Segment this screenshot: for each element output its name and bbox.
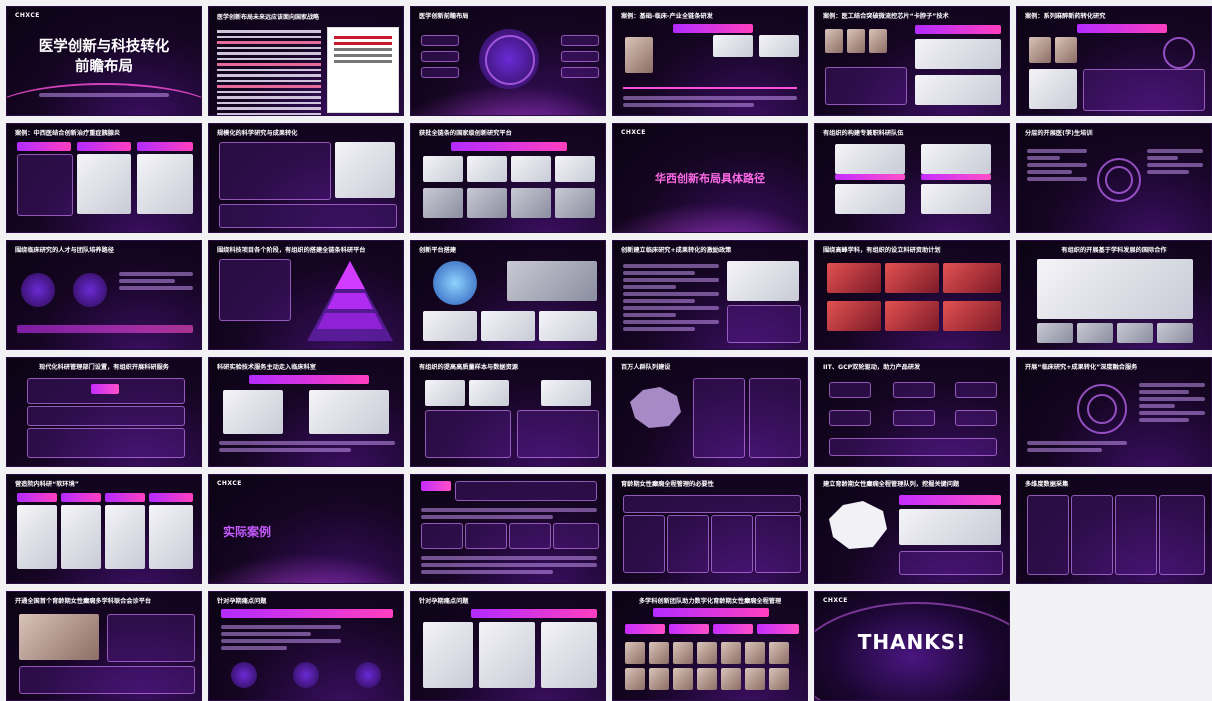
- slide-18[interactable]: 有组织的开展基于学科发展的国际合作: [1016, 240, 1212, 350]
- slide-2[interactable]: 医学创新布局未来远应该面向国家战略: [208, 6, 404, 116]
- slide-title: 医学创新布局未来远应该面向国家战略: [217, 14, 320, 21]
- pyramid-chart: [307, 261, 393, 341]
- slide-title: 多维度数据采集: [1025, 481, 1069, 488]
- slide-title: 育龄期女性癫痫全程管理的必要性: [621, 481, 714, 488]
- slide-title: 创新平台搭建: [419, 247, 457, 254]
- slide-34[interactable]: 多学科创新团队助力数字化育龄期女性癫痫全程管理: [612, 591, 808, 701]
- china-map-icon: [829, 501, 887, 549]
- slide-title: 有组织的构建专兼职科研队伍: [823, 130, 904, 137]
- slide-grid: CHXCE 医学创新与科技转化 前瞻布局 医学创新布局未来远应该面向国家战略 医…: [6, 6, 1212, 701]
- brand-logo: CHXCE: [823, 597, 848, 604]
- slide-title: 案例：系列麻醉新药转化研究: [1025, 13, 1106, 20]
- slide-4[interactable]: 案例：基础-临床-产业全链条研发: [612, 6, 808, 116]
- slide-title: 开展“临床研究+成果转化”深度融合服务: [1025, 364, 1138, 371]
- slide-28[interactable]: 育龄期女性癫痫全程管理的必要性: [612, 474, 808, 584]
- slide-9[interactable]: 获批全链条的国家级创新研究平台: [410, 123, 606, 233]
- slide-16[interactable]: 创新建立临床研究+成果转化的激励政策: [612, 240, 808, 350]
- brand-logo: CHXCE: [15, 12, 40, 19]
- slide-8[interactable]: 规模化的科学研究与成果转化: [208, 123, 404, 233]
- slide-title: 针对孕期痛点问题: [419, 598, 469, 605]
- slide-title: 多学科创新团队助力数字化育龄期女性癫痫全程管理: [638, 598, 782, 605]
- slide-title: 围绕临床研究的人才与团队培养路径: [15, 247, 114, 254]
- slide-title: 科研实验技术服务主动走入临床科室: [217, 364, 316, 371]
- slide-title: 营造院内科研“软环境”: [15, 481, 79, 488]
- slide-title: 建立育龄期女性癫痫全程管理队列，挖掘关键问题: [823, 481, 960, 488]
- slide-31[interactable]: 开通全国首个育龄期女性癫痫多学科联合会诊平台: [6, 591, 202, 701]
- slide-25[interactable]: 营造院内科研“软环境”: [6, 474, 202, 584]
- slide-19[interactable]: 现代化科研管理部门设置，有组织开展科研服务: [6, 357, 202, 467]
- slide-title: 百万人群队列建设: [621, 364, 671, 371]
- slide-5[interactable]: 案例：医工结合突破微流控芯片“卡脖子”技术: [814, 6, 1010, 116]
- brand-logo: CHXCE: [217, 480, 242, 487]
- china-map-icon: [630, 387, 681, 428]
- slide-29[interactable]: 建立育龄期女性癫痫全程管理队列，挖掘关键问题: [814, 474, 1010, 584]
- slide-3[interactable]: 医学创新前瞻布局: [410, 6, 606, 116]
- slide-1-cover[interactable]: CHXCE 医学创新与科技转化 前瞻布局: [6, 6, 202, 116]
- slide-20[interactable]: 科研实验技术服务主动走入临床科室: [208, 357, 404, 467]
- slide-13[interactable]: 围绕临床研究的人才与团队培养路径: [6, 240, 202, 350]
- slide-title: 医学创新前瞻布局: [419, 13, 469, 20]
- slide-21[interactable]: 有组织的提高高质量样本与数据资源: [410, 357, 606, 467]
- slide-title: 现代化科研管理部门设置，有组织开展科研服务: [39, 364, 169, 371]
- slide-6[interactable]: 案例：系列麻醉新药转化研究: [1016, 6, 1212, 116]
- cover-title: 医学创新与科技转化 前瞻布局: [38, 39, 170, 75]
- slide-12[interactable]: 分层的开展医(学)生培训: [1016, 123, 1212, 233]
- orbit-decoration: [815, 602, 1009, 700]
- portrait-photo: [625, 37, 653, 73]
- slide-7[interactable]: 案例：中西医结合创新治疗重症胰腺炎: [6, 123, 202, 233]
- slide-title: 案例：医工结合突破微流控芯片“卡脖子”技术: [823, 13, 949, 20]
- brand-logo: CHXCE: [621, 129, 646, 136]
- world-map-image: [1037, 259, 1193, 319]
- slide-10-section[interactable]: CHXCE 华西创新布局具体路径: [612, 123, 808, 233]
- slide-title: 开通全国首个育龄期女性癫痫多学科联合会诊平台: [15, 598, 152, 605]
- slide-title: 有组织的提高高质量样本与数据资源: [419, 364, 518, 371]
- slide-title: 围绕高峰学科，有组织的设立科研资助计划: [823, 247, 941, 254]
- slide-title: 分层的开展医(学)生培训: [1025, 130, 1093, 137]
- hub-ring: [485, 35, 535, 85]
- slide-title: 案例：中西医结合创新治疗重症胰腺炎: [15, 130, 121, 137]
- swoosh-decoration: [7, 83, 201, 115]
- slide-33[interactable]: 针对孕期痛点问题: [410, 591, 606, 701]
- slide-35-thanks[interactable]: CHXCE THANKS!: [814, 591, 1010, 701]
- slide-title: 规模化的科学研究与成果转化: [217, 130, 298, 137]
- slide-32[interactable]: 针对孕期痛点问题: [208, 591, 404, 701]
- slide-26-section[interactable]: CHXCE 实际案例: [208, 474, 404, 584]
- slide-title: 围绕科技项目各个阶段，有组织的搭建全链条科研平台: [217, 247, 366, 254]
- slide-23[interactable]: IIT、GCP双轮驱动，助力产品研发: [814, 357, 1010, 467]
- slide-24[interactable]: 开展“临床研究+成果转化”深度融合服务: [1016, 357, 1212, 467]
- slide-title: 创新建立临床研究+成果转化的激励政策: [621, 247, 732, 254]
- slide-14[interactable]: 围绕科技项目各个阶段，有组织的搭建全链条科研平台: [208, 240, 404, 350]
- slide-15[interactable]: 创新平台搭建: [410, 240, 606, 350]
- slide-title: 案例：基础-临床-产业全链条研发: [621, 13, 713, 20]
- slide-title: 有组织的开展基于学科发展的国际合作: [1061, 247, 1167, 254]
- slide-title: 针对孕期痛点问题: [217, 598, 267, 605]
- slide-title: 获批全链条的国家级创新研究平台: [419, 130, 512, 137]
- document-image: [327, 27, 399, 113]
- slide-17[interactable]: 围绕高峰学科，有组织的设立科研资助计划: [814, 240, 1010, 350]
- section-title: 实际案例: [223, 525, 272, 539]
- slide-27[interactable]: [410, 474, 606, 584]
- slide-11[interactable]: 有组织的构建专兼职科研队伍: [814, 123, 1010, 233]
- timeline-line: [623, 87, 797, 89]
- body-text-block: [217, 27, 321, 115]
- slide-title: IIT、GCP双轮驱动，助力产品研发: [823, 364, 921, 371]
- section-title: 华西创新布局具体路径: [655, 172, 765, 185]
- slide-30[interactable]: 多维度数据采集: [1016, 474, 1212, 584]
- slide-22[interactable]: 百万人群队列建设: [612, 357, 808, 467]
